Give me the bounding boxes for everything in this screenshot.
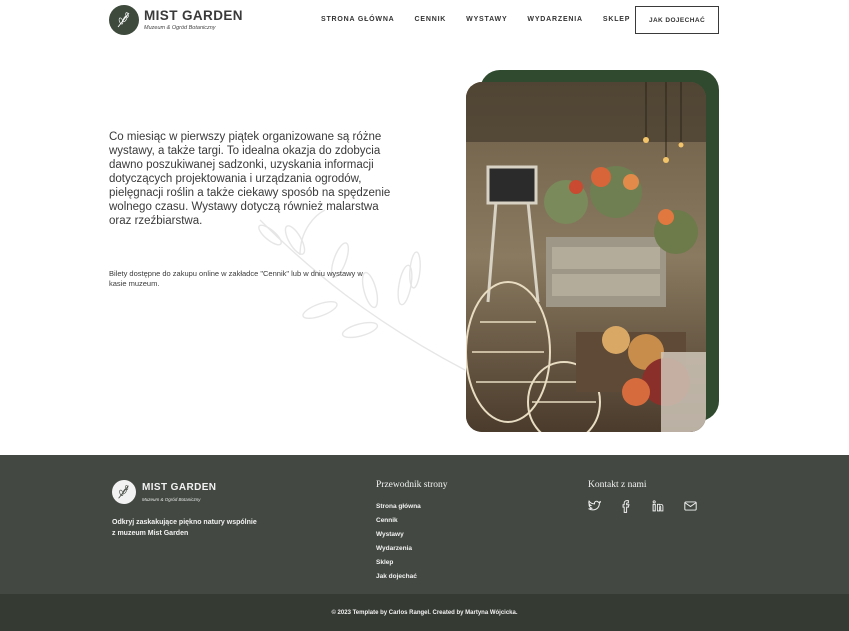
nav-item-home[interactable]: STRONA GŁÓWNA (321, 16, 395, 23)
exhibition-photo (466, 82, 706, 432)
nav-item-pricing[interactable]: CENNIK (415, 16, 447, 23)
footer-link-events[interactable]: Wydarzenia (376, 542, 421, 556)
mail-icon[interactable] (683, 499, 697, 513)
exhibitions-description: Co miesiąc w pierwszy piątek organizowan… (109, 131, 391, 227)
footer-contact-title: Kontakt z nami (588, 480, 647, 490)
nav-item-exhibitions[interactable]: WYSTAWY (466, 16, 507, 23)
footer-guide-title: Przewodnik strony (376, 480, 448, 490)
leaf-logo-icon (109, 5, 139, 35)
footer-link-shop[interactable]: Sklep (376, 556, 421, 570)
footer-brand-name: MIST GARDEN (142, 481, 217, 493)
tickets-note: Bilety dostępne do zakupu online w zakła… (109, 269, 363, 288)
footer-link-home[interactable]: Strona główna (376, 500, 421, 514)
twitter-icon[interactable] (587, 499, 601, 513)
copyright-text: © 2023 Template by Carlos Rangel. Create… (0, 594, 849, 631)
main-nav: STRONA GŁÓWNA CENNIK WYSTAWY WYDARZENIA … (321, 16, 650, 23)
nav-item-events[interactable]: WYDARZENIA (527, 16, 582, 23)
site-footer: MIST GARDEN Muzeum & Ogród Botaniczny Od… (0, 455, 849, 594)
footer-link-pricing[interactable]: Cennik (376, 514, 421, 528)
social-links (587, 499, 715, 513)
brand-subtitle: Muzeum & Ogród Botaniczny (144, 24, 216, 31)
facebook-icon[interactable] (619, 499, 633, 513)
footer-description: Odkryj zaskakujące piękno natury wspólni… (112, 519, 257, 537)
site-header: MIST GARDEN Muzeum & Ogród Botaniczny ST… (0, 0, 849, 44)
directions-button[interactable]: JAK DOJECHAĆ (635, 6, 719, 34)
nav-item-shop[interactable]: SKLEP (603, 16, 630, 23)
footer-link-directions[interactable]: Jak dojechać (376, 570, 421, 584)
footer-brand-subtitle: Muzeum & Ogród Botaniczny (142, 496, 201, 502)
brand-name: MIST GARDEN (144, 7, 243, 23)
linkedin-icon[interactable] (651, 499, 665, 513)
footer-brand-logo[interactable]: MIST GARDEN Muzeum & Ogród Botaniczny (112, 480, 216, 504)
leaf-logo-icon (112, 480, 136, 504)
brand-logo[interactable]: MIST GARDEN Muzeum & Ogród Botaniczny (109, 5, 243, 35)
footer-link-exhibitions[interactable]: Wystawy (376, 528, 421, 542)
footer-guide-links: Strona główna Cennik Wystawy Wydarzenia … (376, 500, 421, 584)
leaf-decoration-icon (258, 209, 466, 371)
